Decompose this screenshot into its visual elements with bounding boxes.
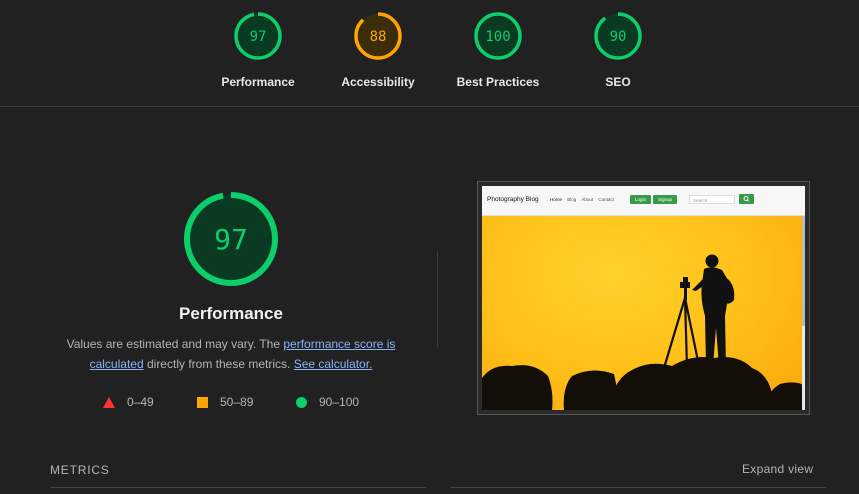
gauge-label: SEO [605, 75, 631, 89]
gauge-performance[interactable]: 97 Performance [203, 10, 313, 89]
gauge-label: Performance [221, 75, 295, 89]
gauge-ring: 88 [354, 12, 402, 60]
gauge-score: 90 [610, 29, 627, 45]
performance-gauge-large: 97 [181, 189, 281, 289]
thumbnail-nav-link: About [581, 197, 594, 202]
legend-pass: 90–100 [296, 395, 359, 409]
legend-pass-range: 90–100 [319, 395, 360, 409]
gauge-label: Accessibility [341, 75, 415, 89]
score-legend: 0–49 50–89 90–100 [103, 395, 373, 411]
gauge-ring-large: 97 [184, 192, 278, 286]
square-icon [197, 396, 208, 408]
gauge-seo[interactable]: 90 SEO [563, 10, 673, 89]
thumbnail-signup-button: Signup [653, 195, 678, 204]
thumbnail-hero-photo [482, 216, 805, 410]
thumbnail-login-button: Login [630, 195, 652, 204]
photographer-silhouette [482, 254, 805, 410]
legend-average: 50–89 [197, 395, 253, 409]
gauge-score: 88 [370, 29, 387, 45]
metrics-heading: METRICS [50, 463, 110, 477]
description-text: directly from these metrics. [143, 357, 294, 371]
metrics-divider-left [50, 487, 426, 488]
legend-average-range: 50–89 [220, 395, 254, 409]
thumbnail-nav-links: Home Blog About Contact [550, 197, 618, 202]
expand-view-toggle[interactable]: Expand view [742, 462, 813, 476]
gauge-ring: 100 [474, 12, 522, 60]
thumbnail-nav-link: Blog [567, 197, 577, 202]
lighthouse-report: 97 Performance 88 Accessibility 100 Best… [0, 0, 859, 494]
thumbnail-navbar: Photography Blog Home Blog About Contact… [482, 186, 805, 216]
gauge-score: 97 [250, 29, 267, 45]
performance-title: Performance [179, 304, 283, 323]
gauge-best-practices[interactable]: 100 Best Practices [443, 10, 553, 89]
score-gauges: 97 Performance 88 Accessibility 100 Best… [0, 0, 859, 107]
gauge-score: 100 [485, 29, 510, 45]
screenshot-image: Photography Blog Home Blog About Contact… [482, 186, 805, 410]
thumbnail-nav-link: Contact [598, 197, 614, 202]
search-icon [739, 194, 754, 204]
thumbnail-brand: Photography Blog [487, 196, 539, 203]
gauge-ring: 97 [234, 12, 282, 60]
thumbnail-scrollbar [802, 216, 805, 410]
performance-score: 97 [214, 223, 248, 256]
legend-fail-range: 0–49 [127, 395, 154, 409]
legend-fail: 0–49 [103, 395, 154, 409]
gauge-label: Best Practices [456, 75, 540, 89]
triangle-icon [103, 396, 115, 408]
see-calculator-link[interactable]: See calculator. [294, 357, 373, 371]
thumbnail-nav-link: Home [550, 197, 563, 202]
metrics-divider-right [450, 487, 826, 488]
gauge-ring: 90 [594, 12, 642, 60]
thumbnail-search-field: Search [689, 195, 735, 204]
final-screenshot[interactable]: Photography Blog Home Blog About Contact… [477, 181, 810, 415]
divider [437, 251, 438, 347]
gauge-accessibility[interactable]: 88 Accessibility [323, 10, 433, 89]
performance-description: Values are estimated and may vary. The p… [52, 334, 410, 374]
description-text: Values are estimated and may vary. The [66, 337, 284, 351]
circle-icon [296, 396, 307, 408]
